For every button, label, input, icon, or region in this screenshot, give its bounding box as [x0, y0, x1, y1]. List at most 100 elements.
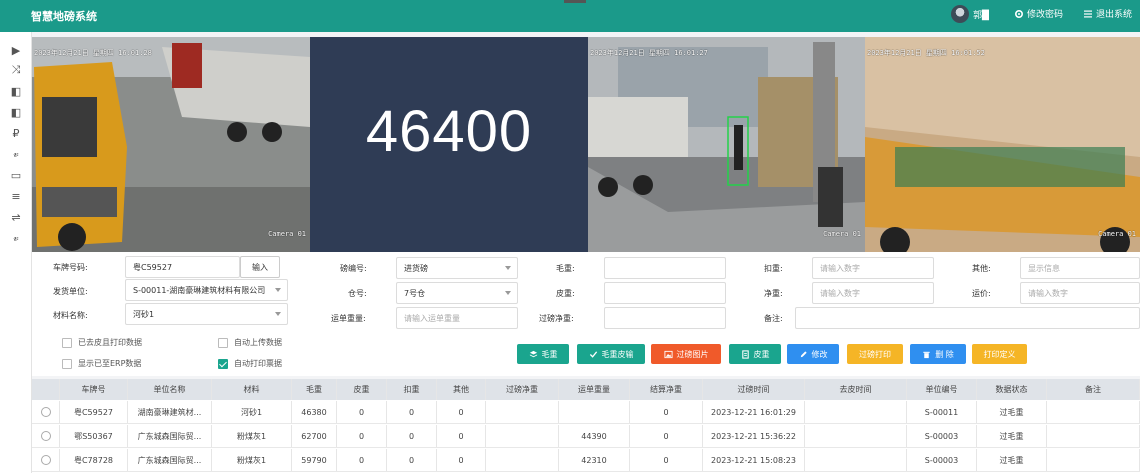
tare-button-label: 皮重	[753, 349, 770, 359]
column-header[interactable]: 材料	[212, 379, 292, 400]
weighing-form: 车牌号码: 粤C59527 输入 发货单位: S-00011-湖南豪琳建筑材料有…	[32, 252, 1140, 376]
remark-input[interactable]	[795, 307, 1140, 329]
column-header[interactable]: 皮重	[337, 379, 387, 400]
camera-feed-1[interactable]: 2023年12月21日 星期四 16:01:28 Camera 01	[32, 37, 310, 252]
netweight-input[interactable]: 请输入数字	[812, 282, 934, 304]
logout-button[interactable]: 退出系统	[1083, 7, 1132, 20]
collapse-left-icon[interactable]: ◧	[9, 105, 23, 119]
shipper-select[interactable]: S-00011-湖南豪琳建筑材料有限公司	[125, 279, 288, 301]
column-header[interactable]: 结算净重	[630, 379, 703, 400]
input-button[interactable]: 输入	[240, 256, 280, 278]
column-header[interactable]: 车牌号	[60, 379, 128, 400]
column-header[interactable]: 过磅净重	[486, 379, 559, 400]
change-password-button[interactable]: 修改密码	[1014, 7, 1063, 20]
waybill-input[interactable]: 请输入运单重量	[396, 307, 518, 329]
shipper-value: S-00011-湖南豪琳建筑材料有限公司	[133, 285, 266, 295]
gross-button[interactable]: 毛重	[517, 344, 569, 364]
column-header[interactable]: 数据状态	[977, 379, 1047, 400]
checkbox-box[interactable]	[62, 358, 72, 369]
play-icon[interactable]: ▶	[9, 43, 23, 57]
window-grip[interactable]	[564, 0, 586, 3]
delete-button[interactable]: 删 除	[910, 344, 966, 364]
checkbox-auto-upload[interactable]: 自动上传数据	[218, 337, 282, 348]
cell-status: 过毛重	[977, 425, 1047, 447]
shuffle-icon[interactable]: ⤨	[9, 63, 23, 77]
weigh-image-button[interactable]: 过磅图片	[651, 344, 721, 364]
align-left-icon[interactable]: ≡	[9, 189, 23, 203]
column-header[interactable]: 备注	[1047, 379, 1140, 400]
checkbox-box[interactable]	[218, 337, 228, 348]
warehouse-select[interactable]: 7号仓	[396, 282, 518, 304]
camera-1-label: Camera 01	[268, 230, 306, 238]
checkbox-printed-data[interactable]: 已去皮且打印数据	[62, 337, 142, 348]
cell-remark	[1047, 449, 1140, 471]
net-field[interactable]	[604, 307, 726, 329]
weigh-print-button[interactable]: 过磅打印	[847, 344, 903, 364]
remark-label: 备注:	[764, 314, 783, 323]
cell-other: 0	[437, 449, 486, 471]
other-label: 其他:	[972, 264, 991, 273]
weight-display-panel: 46400	[310, 37, 588, 252]
checkbox-auto-print[interactable]: 自动打印票据	[218, 358, 282, 369]
material-select[interactable]: 河砂1	[125, 303, 288, 325]
cell-settle: 0	[630, 425, 703, 447]
user-menu[interactable]: 郭█	[951, 5, 989, 23]
cell-unit-code: S-00011	[907, 401, 977, 423]
deduct-input[interactable]: 请输入数字	[812, 257, 934, 279]
checkbox-show-erp[interactable]: 显示已至ERP数据	[62, 358, 141, 369]
tare-button[interactable]: 皮重	[729, 344, 781, 364]
column-header[interactable]: 去皮时间	[805, 379, 907, 400]
cell-other: 0	[437, 425, 486, 447]
other-input[interactable]: 显示信息	[1020, 257, 1140, 279]
cell-weigh-time: 2023-12-21 16:01:29	[703, 401, 805, 423]
cell-gross: 59790	[292, 449, 337, 471]
gross-tare-button[interactable]: 毛重皮输	[577, 344, 645, 364]
scale-no-select[interactable]: 进货磅	[396, 257, 518, 279]
ruble-icon[interactable]: ₽	[9, 126, 23, 140]
cell-tare-time	[805, 401, 907, 423]
plate-input[interactable]: 粤C59527	[125, 256, 240, 278]
usb-icon[interactable]: ⇌	[9, 210, 23, 224]
column-header[interactable]: 扣重	[387, 379, 437, 400]
row-select[interactable]	[32, 449, 60, 471]
camera-image-2	[588, 37, 865, 252]
edit-button[interactable]: 修改	[787, 344, 839, 364]
vimeo-icon[interactable]: 𝓋	[9, 147, 23, 161]
gross-label: 毛重:	[556, 264, 575, 273]
check-icon	[589, 350, 597, 358]
chevron-down-icon	[275, 288, 281, 292]
table-row[interactable]: 粤C78728 广东城森国际贸... 粉煤灰1 59790 0 0 0 4231…	[32, 449, 1140, 472]
table-row[interactable]: 粤C59527 湖南豪琳建筑材... 河砂1 46380 0 0 0 0 202…	[32, 401, 1140, 424]
checkbox-box[interactable]	[62, 337, 72, 348]
column-header[interactable]: 运单重量	[559, 379, 630, 400]
radio-button[interactable]	[40, 431, 51, 441]
camera-feed-2[interactable]: 2023年12月21日 星期四 16:01:27 Camera 01	[588, 37, 865, 252]
row-select[interactable]	[32, 425, 60, 447]
table-row[interactable]: 鄂S50367 广东城森国际贸... 粉煤灰1 62700 0 0 0 4439…	[32, 425, 1140, 448]
checkbox-box[interactable]	[218, 358, 228, 369]
collapse-left-icon[interactable]: ◧	[9, 84, 23, 98]
vimeo-icon[interactable]: 𝓋	[9, 231, 23, 245]
cell-net	[486, 425, 559, 447]
monitor-icon[interactable]: ▭	[9, 168, 23, 182]
radio-button[interactable]	[40, 407, 51, 417]
column-header[interactable]: 其他	[437, 379, 486, 400]
camera-feed-3[interactable]: 2023年12月21日 星期四 16:01:52 Camera 01	[865, 37, 1140, 252]
cell-settle: 0	[630, 401, 703, 423]
cell-gross: 46380	[292, 401, 337, 423]
column-header[interactable]: 过磅时间	[703, 379, 805, 400]
freight-input[interactable]: 请输入数字	[1020, 282, 1140, 304]
header-select	[32, 379, 60, 400]
weigh-print-button-label: 过磅打印	[859, 349, 891, 359]
freight-label: 运价:	[972, 289, 991, 298]
column-header[interactable]: 毛重	[292, 379, 337, 400]
shipper-label: 发货单位:	[53, 287, 88, 296]
tare-field[interactable]	[604, 282, 726, 304]
column-header[interactable]: 单位编号	[907, 379, 977, 400]
print-settings-button[interactable]: 打印定义	[972, 344, 1027, 364]
column-header[interactable]: 单位名称	[128, 379, 212, 400]
row-select[interactable]	[32, 401, 60, 423]
radio-button[interactable]	[40, 455, 51, 465]
cell-weigh-time: 2023-12-21 15:36:22	[703, 425, 805, 447]
gross-field[interactable]	[604, 257, 726, 279]
